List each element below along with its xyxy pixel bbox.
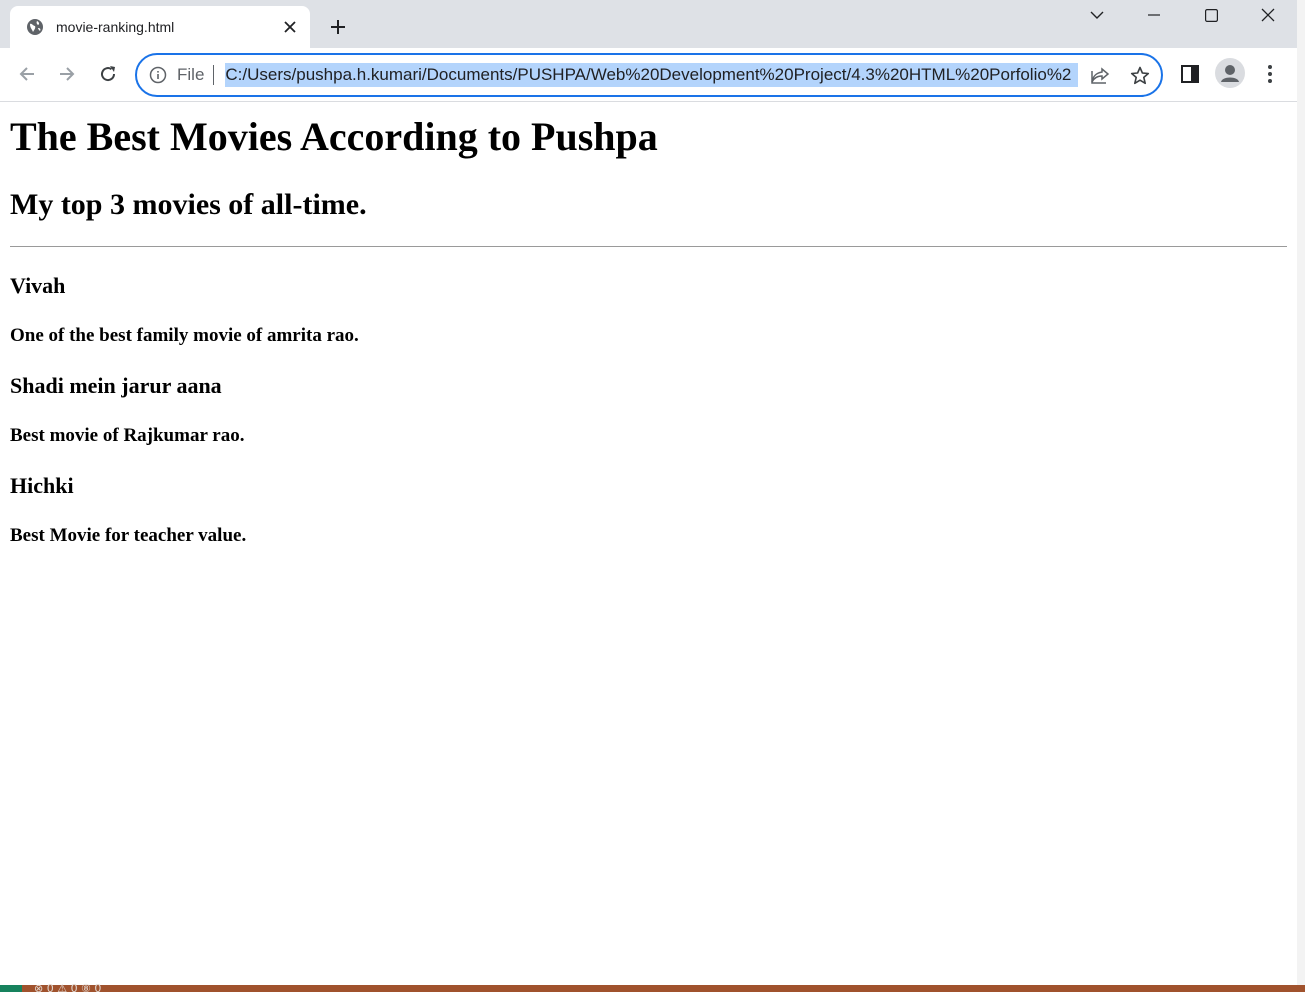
chevron-down-icon [1090, 11, 1104, 19]
taskbar-strip [0, 985, 1305, 992]
maximize-icon [1204, 8, 1218, 22]
tab-title: movie-ranking.html [56, 19, 175, 35]
minimize-icon [1148, 14, 1160, 16]
side-panel-icon [1181, 65, 1199, 83]
page-subtitle: My top 3 movies of all-time. [10, 188, 367, 221]
tab-strip: movie-ranking.html [0, 0, 1297, 48]
window-edge [1297, 0, 1305, 992]
movie-description: Best Movie for teacher value. [10, 525, 247, 546]
movie-title: Hichki [10, 473, 74, 498]
profile-icon[interactable] [1215, 58, 1245, 88]
movie-description: Best movie of Rajkumar rao. [10, 425, 245, 446]
close-icon [1261, 8, 1275, 22]
kebab-menu-icon [1268, 65, 1272, 83]
star-icon[interactable] [1129, 65, 1151, 87]
menu-button[interactable] [1257, 61, 1283, 87]
reload-icon [101, 66, 116, 82]
plus-icon [331, 20, 345, 34]
minimize-button[interactable] [1129, 0, 1179, 30]
horizontal-rule [10, 246, 1287, 247]
page-content: The Best Movies According to Pushpa My t… [0, 102, 1297, 985]
close-window-button[interactable] [1243, 0, 1293, 30]
page-title: The Best Movies According to Pushpa [10, 114, 658, 159]
forward-button[interactable] [52, 59, 82, 89]
back-button[interactable] [12, 59, 42, 89]
divider [213, 65, 215, 85]
info-icon[interactable] [149, 66, 167, 84]
side-panel-button[interactable] [1177, 61, 1203, 87]
url-scheme-label: File [177, 65, 205, 84]
browser-tab[interactable]: movie-ranking.html [10, 6, 310, 48]
tab-close-icon[interactable] [278, 15, 302, 39]
reload-button[interactable] [93, 59, 123, 89]
arrow-right-icon [60, 67, 75, 81]
maximize-button[interactable] [1186, 0, 1236, 30]
browser-toolbar: File C:/Users/pushpa.h.kumari/Documents/… [0, 48, 1297, 102]
new-tab-button[interactable] [325, 14, 351, 40]
movie-title: Shadi mein jarur aana [10, 373, 222, 398]
globe-icon [26, 18, 44, 36]
url-text[interactable]: C:/Users/pushpa.h.kumari/Documents/PUSHP… [225, 63, 1079, 87]
movie-description: One of the best family movie of amrita r… [10, 325, 359, 346]
status-bar-text: ⊗ 0 ⚠ 0 ⑧ 0 [34, 982, 102, 995]
remote-indicator[interactable] [0, 985, 22, 992]
address-bar[interactable]: File C:/Users/pushpa.h.kumari/Documents/… [135, 53, 1163, 97]
share-icon[interactable] [1089, 65, 1111, 87]
arrow-left-icon [19, 67, 34, 81]
tab-search-button[interactable] [1072, 0, 1122, 30]
movie-title: Vivah [10, 273, 66, 298]
